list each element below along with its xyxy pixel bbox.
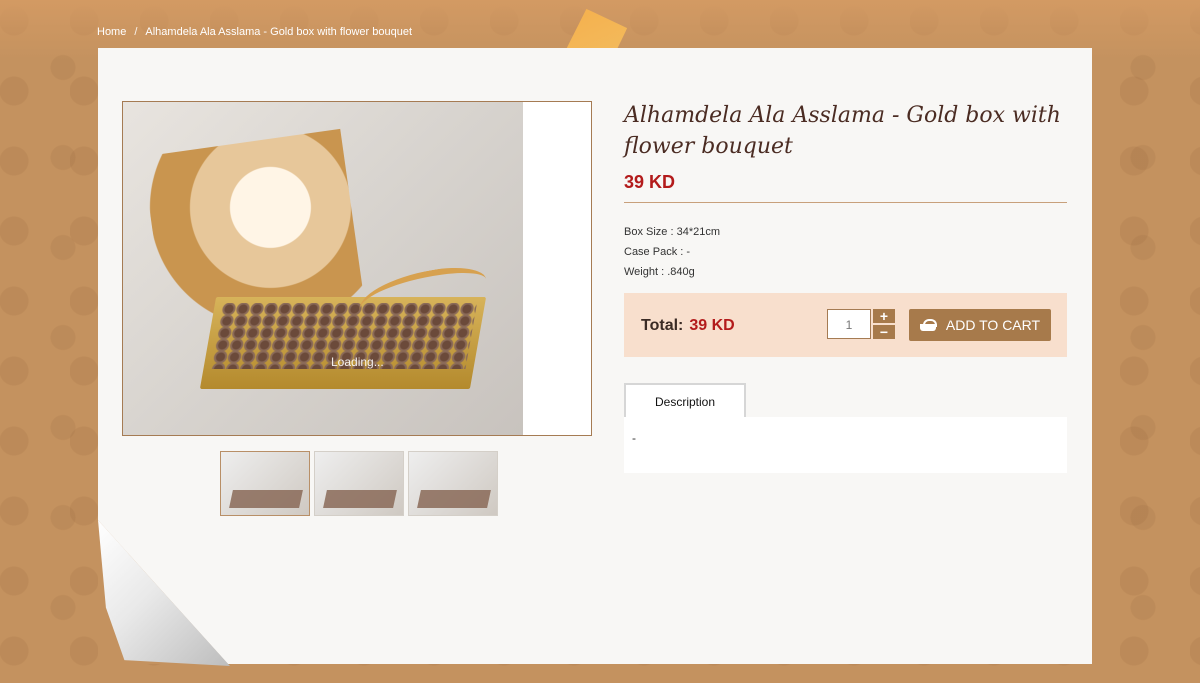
spec-box-size: Box Size : 34*21cm <box>624 226 720 238</box>
add-to-cart-button[interactable]: ADD TO CART <box>909 309 1051 341</box>
add-to-cart-label: ADD TO CART <box>945 317 1041 333</box>
thumbnail-2[interactable] <box>314 451 404 516</box>
spec-case-pack: Case Pack : - <box>624 246 691 258</box>
basket-icon <box>919 319 937 331</box>
title-divider <box>624 202 1067 203</box>
thumbnail-3[interactable] <box>408 451 498 516</box>
quantity-stepper: + − <box>873 309 895 339</box>
increment-button[interactable]: + <box>873 309 895 323</box>
main-product-image[interactable]: Loading... <box>122 101 592 436</box>
total-display: Total: 39 KD <box>641 317 735 335</box>
breadcrumb-separator: / <box>134 26 138 38</box>
product-price: 39 KD <box>624 172 676 192</box>
loading-text: Loading... <box>331 355 384 369</box>
breadcrumb: Home / Alhamdela Ala Asslama - Gold box … <box>97 26 412 38</box>
product-photo: Loading... <box>123 102 523 435</box>
tab-description[interactable]: Description <box>624 383 746 419</box>
cart-bar: Total: 39 KD 1 + − ADD TO CART <box>624 293 1067 357</box>
thumbnail-strip <box>220 451 498 516</box>
product-specs: Box Size : 34*21cm Case Pack : - Weight … <box>624 222 720 282</box>
product-tabs: Description <box>624 383 1067 419</box>
total-amount: 39 KD <box>689 317 735 334</box>
spec-weight: Weight : .840g <box>624 266 695 278</box>
total-label: Total: <box>641 317 684 334</box>
description-panel: - <box>624 417 1067 473</box>
product-title: Alhamdela Ala Asslama - Gold box with fl… <box>624 103 1061 159</box>
breadcrumb-current: Alhamdela Ala Asslama - Gold box with fl… <box>145 26 412 38</box>
quantity-input[interactable]: 1 <box>827 309 871 339</box>
breadcrumb-home-link[interactable]: Home <box>97 26 126 38</box>
thumbnail-1[interactable] <box>220 451 310 516</box>
flower-bouquet-image <box>142 128 364 326</box>
description-content: - <box>632 431 636 445</box>
decrement-button[interactable]: − <box>873 325 895 339</box>
